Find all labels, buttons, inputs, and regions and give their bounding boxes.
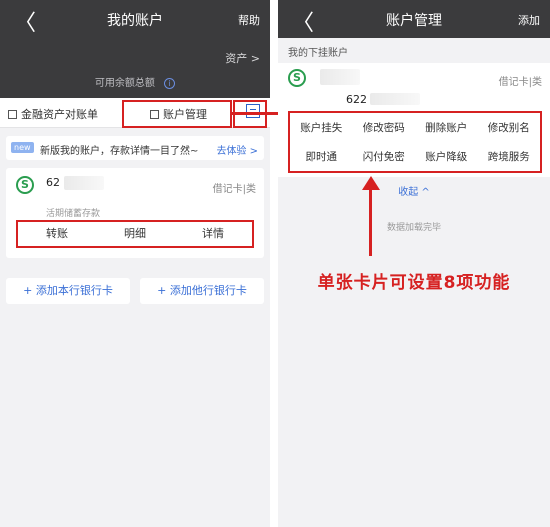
section-label: 我的下挂账户 [288, 48, 348, 59]
card-subtype: 活期储蓄存款 [46, 209, 101, 219]
bank-logo-icon: S [16, 176, 34, 194]
card-type: 借记卡|类 [498, 77, 542, 88]
details-list-button[interactable]: 明细 [96, 222, 174, 246]
help-button[interactable]: 帮助 [238, 12, 260, 28]
notice-banner[interactable]: new 新版我的账户，存款详情一目了然~ 去体验 > [6, 136, 264, 160]
info-icon[interactable]: i [164, 77, 176, 89]
new-badge: new [11, 142, 34, 153]
highlight-account-manage [122, 100, 232, 128]
add-own-bank-card-button[interactable]: + 添加本行银行卡 [6, 278, 130, 304]
transfer-button[interactable]: 转账 [18, 222, 96, 246]
card-function-grid: 账户挂失 修改密码 删除账户 修改别名 即时通 闪付免密 账户降级 跨境服务 [288, 111, 542, 173]
balance-label: 可用余额总额 i [0, 74, 270, 89]
right-screen: 〈 账户管理 添加 我的下挂账户 S 借记卡|类 622 账户挂失 修改密码 删… [278, 0, 550, 527]
assets-link[interactable]: 资产 > [225, 50, 260, 66]
masked-number [370, 93, 420, 105]
cross-border-button[interactable]: 跨境服务 [478, 149, 541, 164]
card-action-row: 转账 明细 详情 [16, 220, 254, 248]
add-card-row: + 添加本行银行卡 + 添加他行银行卡 [6, 278, 264, 304]
collapse-button[interactable]: 收起 ^ [278, 183, 550, 198]
add-account-button[interactable]: 添加 [518, 12, 540, 28]
change-password-button[interactable]: 修改密码 [353, 120, 416, 135]
info-button[interactable]: 详情 [174, 222, 252, 246]
card-type: 借记卡|类 [212, 184, 256, 195]
tab-statement-label: 金融资产对账单 [21, 108, 98, 121]
notice-text: 新版我的账户，存款详情一目了然~ [40, 146, 199, 157]
card-number: 62 [46, 176, 60, 189]
balance-label-text: 可用余额总额 [94, 78, 155, 89]
left-screen: 〈 我的账户 帮助 资产 > 可用余额总额 i 金融资产对账单 账户管理 new… [0, 0, 270, 527]
quickpass-no-pin-button[interactable]: 闪付免密 [353, 149, 416, 164]
add-other-bank-card-button[interactable]: + 添加他行银行卡 [140, 278, 264, 304]
load-complete-text: 数据加载完毕 [386, 223, 441, 233]
bank-logo-icon: S [288, 69, 306, 87]
tab-statement[interactable]: 金融资产对账单 [8, 106, 98, 122]
linked-account-card[interactable]: S 借记卡|类 622 账户挂失 修改密码 删除账户 修改别名 即时通 闪付免密… [278, 63, 550, 177]
left-top-bar: 〈 我的账户 帮助 [0, 0, 270, 38]
masked-number [64, 176, 104, 190]
account-downgrade-button[interactable]: 账户降级 [415, 149, 478, 164]
change-alias-button[interactable]: 修改别名 [478, 120, 541, 135]
page-title: 账户管理 [386, 13, 442, 29]
account-card[interactable]: S 62 借记卡|类 活期储蓄存款 转账 明细 详情 [6, 168, 264, 258]
annotation-text: 单张卡片可设置8项功能 [317, 273, 511, 293]
annotation-arrow-line [369, 184, 372, 256]
notice-cta-link[interactable]: 去体验 > [216, 142, 258, 157]
card-number: 622 [346, 93, 367, 106]
up-arrow-icon [362, 176, 380, 190]
delete-account-button[interactable]: 删除账户 [415, 120, 478, 135]
balance-block: 资产 > 可用余额总额 i [0, 38, 270, 98]
right-top-bar: 〈 账户管理 添加 [278, 0, 550, 38]
instant-notice-button[interactable]: 即时通 [290, 149, 353, 164]
statement-icon [8, 110, 17, 119]
page-title: 我的账户 [107, 13, 163, 29]
masked-name [320, 69, 360, 85]
report-loss-button[interactable]: 账户挂失 [290, 120, 353, 135]
